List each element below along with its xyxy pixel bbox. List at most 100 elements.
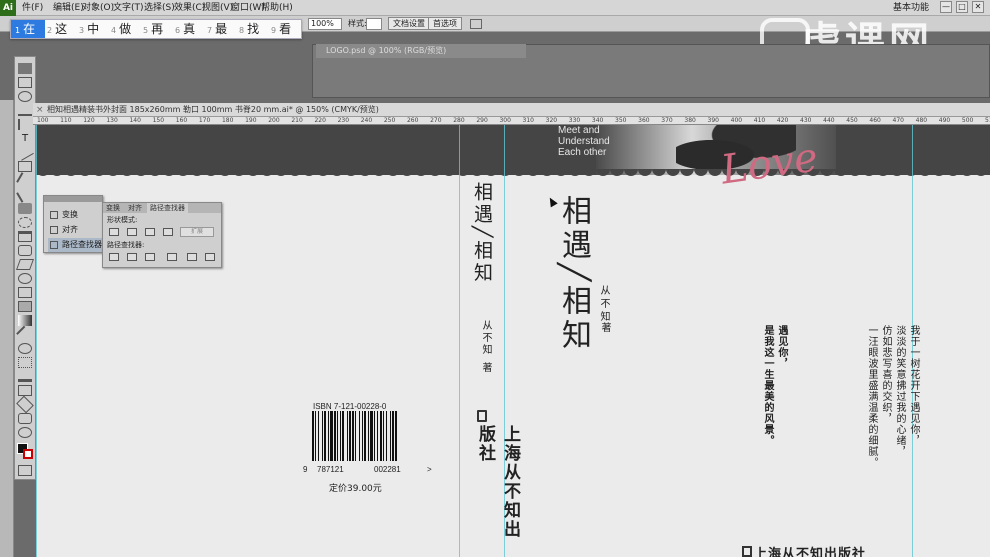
ime-candidate[interactable]: 3中 [75,20,109,38]
tab-pathfinder[interactable]: 路径查找器 [147,203,188,213]
ruler-tick: 440 [823,117,835,124]
shape-builder-tool-icon[interactable] [18,273,32,284]
menu-help[interactable]: 帮助(H) [261,1,293,15]
ime-candidate[interactable]: 2这 [43,20,77,38]
lasso-tool-icon[interactable] [18,105,32,116]
mesh-tool-icon[interactable] [18,301,32,312]
paintbrush-tool-icon[interactable] [16,172,34,189]
rotate-tool-icon[interactable] [18,217,32,228]
pencil-tool-icon[interactable] [16,186,34,203]
minus-front-icon[interactable] [127,228,137,236]
menu-type[interactable]: 文字(T) [113,1,144,15]
menu-window[interactable]: 窗口(W) [231,1,265,15]
warp-tool-icon[interactable] [18,245,32,256]
divide-icon[interactable] [109,253,119,261]
ruler-tick: 170 [198,117,211,124]
expand-button[interactable]: 扩展 [180,227,214,237]
exclude-icon[interactable] [163,228,173,236]
ruler-tick: 500 [961,117,974,124]
perspective-grid-tool-icon[interactable] [18,287,32,298]
guide-line [36,125,37,557]
ruler-tick: 110 [60,117,72,124]
eraser-tool-icon[interactable] [18,203,32,214]
zoom-field[interactable]: 100% [308,18,342,30]
panel-item-align[interactable]: 对齐 [48,223,102,237]
ruler-tick: 330 [568,117,581,124]
stroke-color-icon[interactable] [23,449,33,459]
maximize-button[interactable]: □ [956,1,968,13]
column-graph-tool-icon[interactable] [18,371,32,382]
ime-candidate[interactable]: 4做 [107,20,141,38]
scale-tool-icon[interactable] [18,231,32,242]
direct-selection-tool-icon[interactable] [18,77,32,88]
ruler-tick: 340 [591,117,604,124]
ime-candidate[interactable]: 6真 [171,20,205,38]
document-setup-button[interactable]: 文档设置 [388,17,430,30]
selection-tool-icon[interactable] [18,63,32,74]
rectangle-tool-icon[interactable] [18,161,32,172]
intersect-icon[interactable] [145,228,155,236]
spine-author-suffix: 著 [480,362,491,372]
menu-edit[interactable]: 编辑(E) [53,1,84,15]
line-tool-icon[interactable] [16,144,34,161]
menu-select[interactable]: 选择(S) [144,1,175,15]
ruler-tick: 100 [37,117,49,124]
style-select[interactable] [366,18,382,30]
menu-file[interactable]: 件(F) [22,1,43,15]
publisher-logo-icon [742,546,752,557]
menu-object[interactable]: 对象(O) [82,1,114,15]
app-icon[interactable]: Ai [0,0,16,16]
preferences-button[interactable]: 首选项 [428,17,462,30]
pen-tool-icon[interactable] [18,119,32,130]
panel-header[interactable] [44,196,102,202]
close-document-icon[interactable]: × [36,103,44,117]
symbol-sprayer-tool-icon[interactable] [18,357,32,368]
free-transform-tool-icon[interactable] [15,259,35,270]
workspace-switcher[interactable]: 基本功能 [893,1,929,15]
magic-wand-tool-icon[interactable] [18,91,32,102]
ruler-tick: 240 [360,117,373,124]
outline-icon[interactable] [187,253,197,261]
type-tool-icon[interactable]: T [18,133,32,144]
hand-tool-icon[interactable] [18,413,32,424]
blend-tool-icon[interactable] [18,343,32,354]
merge-icon[interactable] [145,253,155,261]
scallop-edge [36,169,990,177]
ime-candidate[interactable]: 7最 [203,20,237,38]
price-text: 定价39.00元 [329,484,382,494]
ruler-tick: 160 [175,117,188,124]
logo-document-tab[interactable]: LOGO.psd @ 100% (RGB/预览) [316,44,526,58]
document-tab[interactable]: 相知相遇精装书外封面 185x260mm 勒口 100mm 书脊20 mm.ai… [33,103,990,117]
ime-candidate[interactable]: 8找 [235,20,269,38]
barcode-digit: 002281 [374,465,401,474]
ime-candidate[interactable]: 9看 [267,20,301,38]
ime-candidate[interactable]: 5再 [139,20,173,38]
minus-back-icon[interactable] [205,253,215,261]
crop-icon[interactable] [167,253,177,261]
panel-item-pathfinder[interactable]: 路径查找器 [48,238,102,252]
ruler-tick: 270 [430,117,442,124]
zoom-tool-icon[interactable] [18,427,32,438]
close-button[interactable]: ✕ [972,1,984,13]
menu-effect[interactable]: 效果(C) [174,1,205,15]
barcode[interactable] [310,411,428,461]
ime-candidate[interactable]: 1在 [11,20,45,38]
screen-mode-icon[interactable] [18,465,32,476]
panel-item-transform[interactable]: 变换 [48,208,102,222]
slice-tool-icon[interactable] [16,395,34,414]
eyedropper-tool-icon[interactable] [16,325,34,344]
tab-transform[interactable]: 变换 [103,203,123,213]
minimize-button[interactable]: — [940,1,952,13]
unite-icon[interactable] [109,228,119,236]
publisher-logo-icon [477,410,487,422]
menu-view[interactable]: 视图(V) [202,1,233,15]
trim-icon[interactable] [127,253,137,261]
tab-align[interactable]: 对齐 [125,203,145,213]
barcode-bar [324,411,326,461]
arrange-icon[interactable] [470,19,482,29]
gradient-tool-icon[interactable] [18,315,32,326]
artboard-tool-icon[interactable] [18,385,32,396]
ruler-tick: 120 [83,117,95,124]
horizontal-ruler[interactable]: 100 110 120 130 140 150 160 170 180 190 200 210 220 2… [33,117,990,125]
artboard[interactable]: Meet and Understand Each other Love 相遇╱相知 … [36,125,990,557]
